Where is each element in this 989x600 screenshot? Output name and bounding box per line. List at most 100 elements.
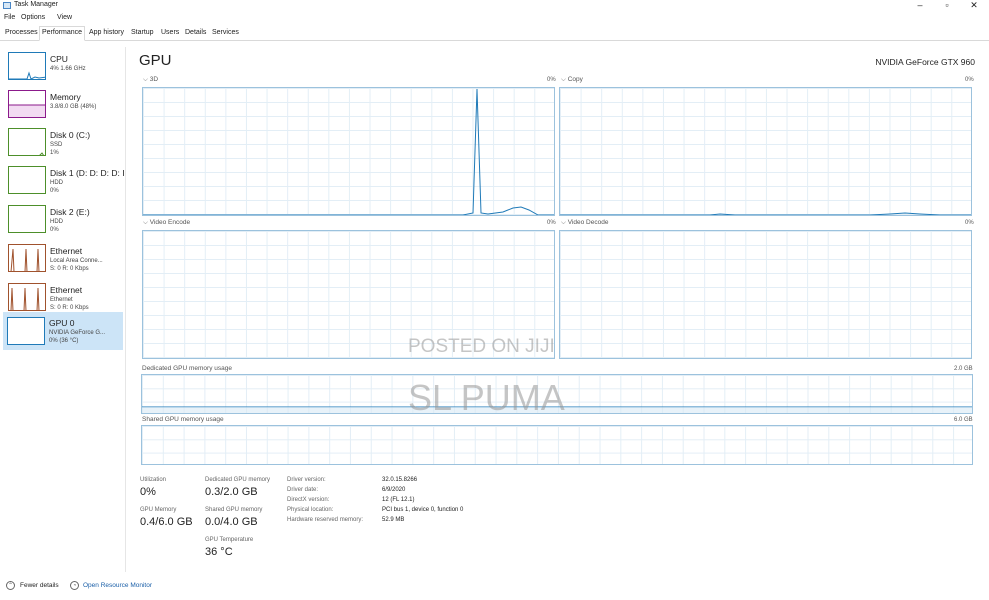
sidebar-item-title: Disk 0 (C:) — [50, 130, 91, 140]
sidebar-item-title: Disk 1 (D: D: D: D: I — [50, 168, 125, 178]
sidebar-item-detail: 0% — [50, 227, 59, 233]
driver-date-label: Driver date: — [287, 487, 319, 493]
physical-location-value: PCI bus 1, device 0, function 0 — [382, 507, 464, 513]
sidebar-item-disk-2[interactable]: Disk 2 (E:) HDD 0% — [4, 202, 123, 238]
ethernet-thumbnail-graph — [8, 283, 46, 311]
menu-view[interactable]: View — [57, 14, 72, 21]
sidebar-item-memory[interactable]: Memory 3.8/8.0 GB (48%) — [4, 87, 123, 123]
gpu-temperature-label: GPU Temperature — [205, 537, 254, 543]
maximize-button[interactable]: ▫ — [935, 0, 959, 12]
sidebar-item-detail: 4% 1.66 GHz — [50, 66, 86, 72]
reserved-memory-value: 52.9 MB — [382, 517, 405, 523]
sidebar-item-detail: Ethernet — [50, 297, 73, 303]
sidebar-item-title: Ethernet — [50, 285, 83, 295]
gpu-thumbnail-graph — [7, 317, 45, 345]
sidebar-item-disk-1[interactable]: Disk 1 (D: D: D: D: I HDD 0% — [4, 163, 125, 199]
close-button[interactable]: ✕ — [962, 0, 986, 12]
physical-location-label: Physical location: — [287, 507, 334, 513]
reserved-memory-label: Hardware reserved memory: — [287, 517, 364, 523]
sidebar-item-cpu[interactable]: CPU 4% 1.66 GHz — [4, 49, 123, 85]
performance-sidebar: CPU 4% 1.66 GHz Memory 3.8/8.0 GB (48%) … — [0, 47, 126, 572]
graph-video-decode — [559, 230, 972, 359]
tab-performance[interactable]: Performance — [39, 26, 86, 41]
utilization-value: 0% — [140, 486, 156, 498]
driver-version-label: Driver version: — [287, 477, 326, 483]
watermark-seller: SL PUMA — [408, 377, 565, 418]
tab-users[interactable]: Users — [159, 27, 181, 39]
disk-thumbnail-graph — [8, 205, 46, 233]
utilization-label: Utilization — [140, 477, 167, 483]
shared-memory-label: Shared GPU memory — [205, 507, 263, 513]
graph-shared-max: 6.0 GB — [954, 417, 973, 423]
graph-3d-percent: 0% — [547, 77, 556, 83]
sidebar-item-ethernet-1[interactable]: Ethernet Local Area Conne... S: 0 R: 0 K… — [4, 241, 123, 277]
menu-options[interactable]: Options — [21, 14, 45, 21]
dedicated-memory-label: Dedicated GPU memory — [205, 477, 271, 483]
graph-decode-percent: 0% — [965, 220, 974, 226]
gpu-temperature-value: 36 °C — [205, 546, 233, 558]
open-resource-monitor-link[interactable]: Open Resource Monitor — [83, 582, 152, 589]
menu-file[interactable]: File — [4, 14, 15, 21]
tab-details[interactable]: Details — [183, 27, 208, 39]
dedicated-memory-value: 0.3/2.0 GB — [205, 486, 258, 498]
tab-startup[interactable]: Startup — [129, 27, 156, 39]
sidebar-item-detail: 0% — [50, 188, 59, 194]
graph-dedicated-label: Dedicated GPU memory usage — [142, 365, 232, 372]
sidebar-item-ethernet-2[interactable]: Ethernet Ethernet S: 0 R: 0 Kbps — [4, 280, 123, 316]
sidebar-item-disk-0[interactable]: Disk 0 (C:) SSD 1% — [4, 125, 123, 161]
directx-version-label: DirectX version: — [287, 497, 330, 503]
graph-dedicated-max: 2.0 GB — [954, 366, 973, 372]
sidebar-item-detail: HDD — [50, 219, 63, 225]
memory-thumbnail-graph — [8, 90, 46, 118]
fewer-details-link[interactable]: Fewer details — [20, 582, 59, 589]
sidebar-item-title: CPU — [50, 54, 68, 64]
sidebar-item-detail: S: 0 R: 0 Kbps — [50, 266, 89, 272]
sidebar-item-detail: 3.8/8.0 GB (48%) — [50, 104, 97, 110]
driver-version-value: 32.0.15.8266 — [382, 477, 418, 483]
gpu-memory-value: 0.4/6.0 GB — [140, 516, 193, 528]
resource-monitor-icon: ◔ — [70, 581, 79, 590]
footer-bar: ⌃ Fewer details ◔ Open Resource Monitor — [0, 576, 989, 596]
graph-encode-label: ⌵ Video Encode — [143, 219, 191, 226]
driver-date-value: 6/9/2020 — [382, 487, 406, 493]
gpu-model-name: NVIDIA GeForce GTX 960 — [875, 57, 975, 67]
minimize-button[interactable]: – — [908, 0, 932, 12]
sidebar-item-detail: 1% — [50, 150, 59, 156]
sidebar-item-detail: NVIDIA GeForce G... — [49, 330, 106, 336]
graph-decode-label: ⌵ Video Decode — [561, 219, 609, 226]
tab-bar: Processes Performance App history Startu… — [0, 26, 989, 41]
disk-thumbnail-graph — [8, 166, 46, 194]
gpu-memory-label: GPU Memory — [140, 507, 177, 513]
sidebar-item-title: Ethernet — [50, 246, 83, 256]
sidebar-item-title: Memory — [50, 92, 81, 102]
graph-copy-percent: 0% — [965, 77, 974, 83]
sidebar-item-detail: S: 0 R: 0 Kbps — [50, 305, 89, 311]
graph-copy-label: ⌵ Copy — [561, 76, 583, 83]
graph-3d — [142, 87, 555, 216]
sidebar-item-detail: Local Area Conne... — [50, 258, 103, 264]
window-title: Task Manager — [14, 1, 58, 8]
task-manager-icon — [3, 2, 11, 9]
sidebar-item-title: GPU 0 — [49, 318, 75, 328]
graph-encode-percent: 0% — [547, 220, 556, 226]
title-bar: Task Manager – ▫ ✕ — [0, 0, 989, 13]
sidebar-item-detail: 0% (36 °C) — [49, 338, 79, 344]
sidebar-item-gpu-0[interactable]: GPU 0 NVIDIA GeForce G... 0% (36 °C) — [3, 312, 123, 350]
graph-shared-memory — [141, 425, 973, 465]
cpu-thumbnail-graph — [8, 52, 46, 80]
page-title: GPU — [139, 52, 172, 69]
tab-processes[interactable]: Processes — [3, 27, 40, 39]
graph-copy — [559, 87, 972, 216]
tab-app-history[interactable]: App history — [87, 27, 126, 39]
graph-shared-label: Shared GPU memory usage — [142, 416, 224, 423]
disk-thumbnail-graph — [8, 128, 46, 156]
chevron-up-icon[interactable]: ⌃ — [6, 581, 15, 590]
sidebar-item-title: Disk 2 (E:) — [50, 207, 90, 217]
shared-memory-value: 0.0/4.0 GB — [205, 516, 258, 528]
sidebar-item-detail: HDD — [50, 180, 63, 186]
directx-version-value: 12 (FL 12.1) — [382, 497, 415, 503]
ethernet-thumbnail-graph — [8, 244, 46, 272]
watermark-posted-on: POSTED ON JIJI — [408, 336, 555, 357]
tab-services[interactable]: Services — [210, 27, 241, 39]
sidebar-item-detail: SSD — [50, 142, 63, 148]
